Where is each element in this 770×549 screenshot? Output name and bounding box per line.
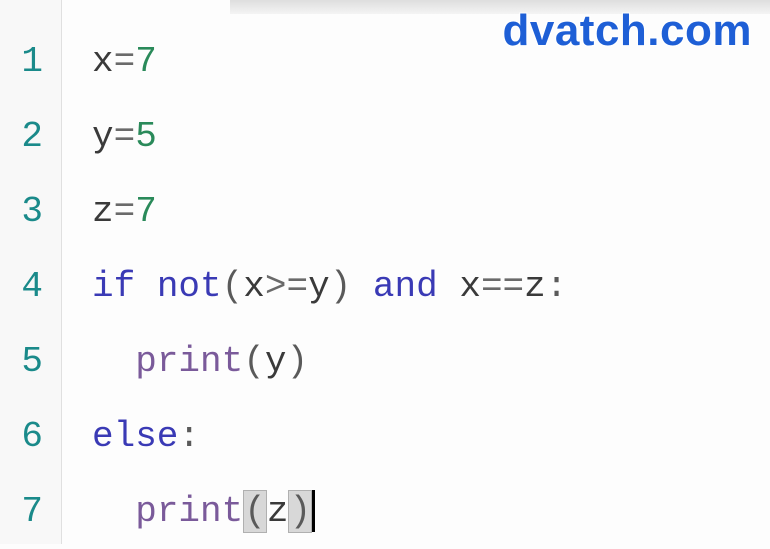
number-token: 7 — [135, 41, 157, 82]
text-cursor — [312, 490, 315, 532]
line-number: 4 — [0, 249, 43, 324]
operator-token: == — [481, 266, 524, 307]
paren-token: ( — [222, 266, 244, 307]
keyword-token: and — [373, 266, 438, 307]
colon-token: : — [546, 266, 568, 307]
variable-token: y — [265, 341, 287, 382]
code-area[interactable]: x=7 y=5 z=7 if not(x>=y) and x==z: print… — [62, 0, 770, 544]
line-number: 1 — [0, 24, 43, 99]
code-line[interactable]: if not(x>=y) and x==z: — [92, 249, 770, 324]
line-number: 2 — [0, 99, 43, 174]
line-number-gutter: 1 2 3 4 5 6 7 — [0, 0, 62, 544]
code-line[interactable]: else: — [92, 399, 770, 474]
colon-token: : — [178, 416, 200, 457]
variable-token: z — [267, 491, 289, 532]
operator-token: = — [114, 191, 136, 232]
variable-token: z — [524, 266, 546, 307]
keyword-token: if — [92, 266, 135, 307]
paren-token: ) — [330, 266, 352, 307]
paren-token: ( — [243, 341, 265, 382]
variable-token: y — [308, 266, 330, 307]
operator-token: = — [114, 116, 136, 157]
code-line[interactable]: y=5 — [92, 99, 770, 174]
operator-token: = — [114, 41, 136, 82]
paren-token: ) — [288, 490, 312, 533]
code-line[interactable]: print(z) — [92, 474, 770, 549]
code-line[interactable]: print(y) — [92, 324, 770, 399]
code-line[interactable]: z=7 — [92, 174, 770, 249]
line-number: 7 — [0, 474, 43, 549]
line-number: 6 — [0, 399, 43, 474]
variable-token: x — [92, 41, 114, 82]
variable-token: y — [92, 116, 114, 157]
keyword-token: else — [92, 416, 178, 457]
function-token: print — [135, 341, 243, 382]
number-token: 7 — [135, 191, 157, 232]
operator-token: >= — [265, 266, 308, 307]
line-number: 3 — [0, 174, 43, 249]
variable-token: z — [92, 191, 114, 232]
number-token: 5 — [135, 116, 157, 157]
code-editor[interactable]: 1 2 3 4 5 6 7 x=7 y=5 z=7 if not(x>=y) a… — [0, 0, 770, 544]
line-number: 5 — [0, 324, 43, 399]
keyword-token: not — [157, 266, 222, 307]
watermark-text: dvatch.com — [502, 6, 752, 56]
paren-token: ( — [243, 490, 267, 533]
paren-token: ) — [286, 341, 308, 382]
function-token: print — [135, 491, 243, 532]
variable-token: x — [243, 266, 265, 307]
variable-token: x — [459, 266, 481, 307]
